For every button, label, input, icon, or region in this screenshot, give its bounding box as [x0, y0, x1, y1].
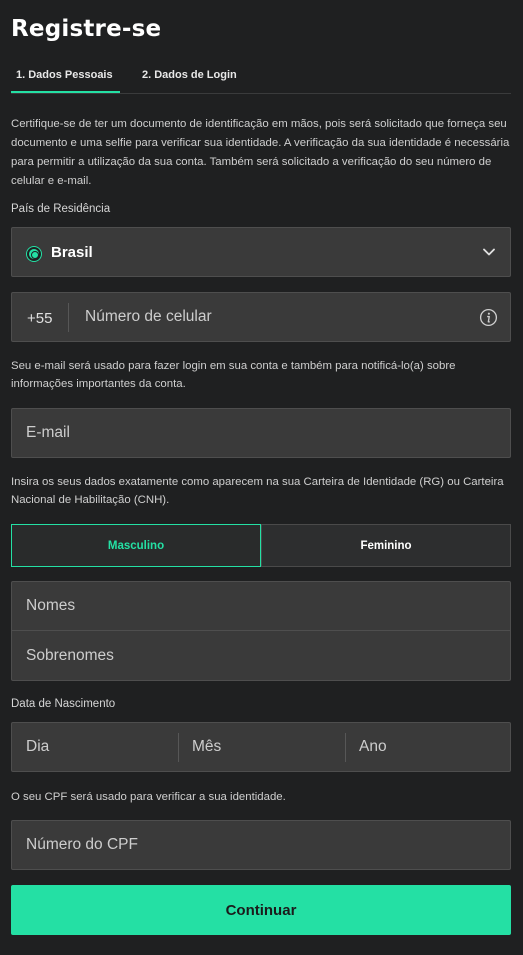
- phone-divider: [68, 303, 69, 332]
- gender-male-button[interactable]: Masculino: [11, 524, 261, 567]
- continue-button[interactable]: Continuar: [11, 885, 511, 935]
- active-tab-indicator: [11, 91, 120, 93]
- day-input[interactable]: [12, 723, 178, 771]
- step-tabs: 1. Dados Pessoais 2. Dados de Login: [11, 62, 511, 94]
- name-fields: [11, 581, 511, 681]
- gender-female-button[interactable]: Feminino: [261, 524, 511, 567]
- tab-personal-data[interactable]: 1. Dados Pessoais: [16, 69, 113, 81]
- email-input[interactable]: [12, 409, 510, 457]
- country-code: +55: [27, 310, 53, 327]
- cpf-note: O seu CPF será usado para verificar a su…: [11, 791, 286, 803]
- country-value: Brasil: [51, 244, 93, 261]
- tab-login-data[interactable]: 2. Dados de Login: [142, 69, 237, 81]
- day-part: [12, 723, 178, 771]
- registration-page: Registre-se 1. Dados Pessoais 2. Dados d…: [0, 0, 523, 955]
- month-input[interactable]: [178, 723, 344, 771]
- birth-date-label: Data de Nascimento: [11, 698, 116, 710]
- month-part: [178, 723, 344, 771]
- phone-input[interactable]: [85, 293, 465, 341]
- chevron-down-icon: [483, 248, 495, 256]
- last-name-field: [11, 631, 511, 681]
- cpf-field: [11, 820, 511, 870]
- gender-toggle: Masculino Feminino: [11, 524, 511, 567]
- cpf-input[interactable]: [12, 821, 510, 869]
- birth-date-field: [11, 722, 511, 772]
- country-label: País de Residência: [11, 203, 111, 215]
- country-select[interactable]: Brasil: [11, 227, 511, 277]
- brazil-flag-icon: [27, 247, 41, 261]
- intro-text: Certifique-se de ter um documento de ide…: [11, 118, 510, 187]
- last-name-input[interactable]: [12, 631, 510, 680]
- page-title: Registre-se: [11, 16, 162, 42]
- first-name-input[interactable]: [12, 582, 510, 630]
- info-icon[interactable]: [479, 308, 498, 327]
- phone-field: +55: [11, 292, 511, 342]
- year-part: [345, 723, 511, 771]
- year-input[interactable]: [345, 723, 511, 771]
- first-name-field: [11, 581, 511, 631]
- email-field: [11, 408, 511, 458]
- email-note: Seu e-mail será usado para fazer login e…: [11, 360, 456, 390]
- id-note: Insira os seus dados exatamente como apa…: [11, 476, 504, 506]
